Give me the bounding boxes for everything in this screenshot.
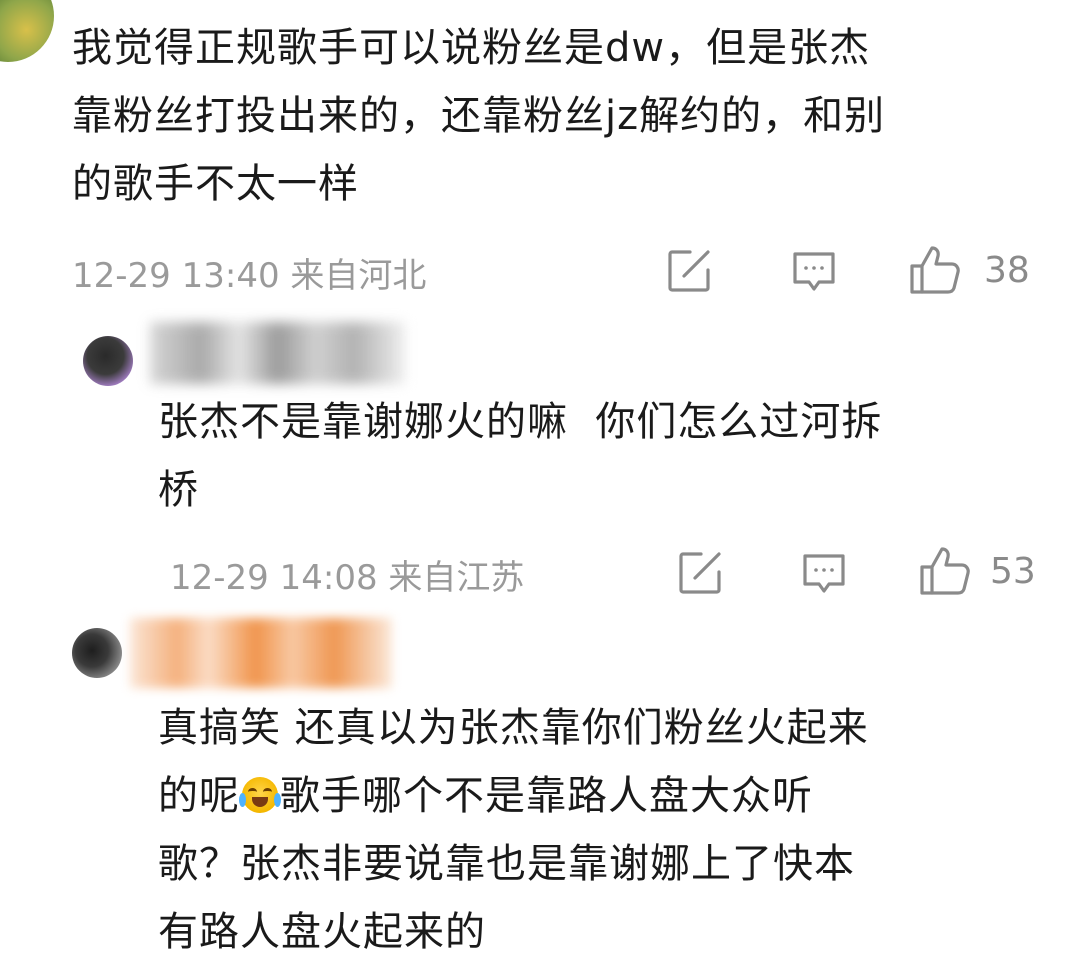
comment-meta: 12-29 13:40 来自河北 [72,256,427,296]
like-count: 53 [990,550,1036,592]
comment-bubble-icon [791,250,837,294]
comment-text: 我觉得正规歌手可以说粉丝是dw，但是张杰 靠粉丝打投出来的，还靠粉丝jz解约的，… [72,25,886,207]
edit-share-icon [677,550,723,596]
comment-button[interactable] [791,250,837,294]
comment-meta: 12-29 14:08 来自江苏 [170,558,525,598]
username-redacted [150,322,405,384]
thumbs-up-icon [918,545,972,597]
avatar[interactable] [83,336,133,386]
comment-text: 真搞笑 还真以为张杰靠你们粉丝火起来 的呢 歌手哪个不是靠路人盘大众听 歌？张杰非… [158,705,869,955]
avatar[interactable] [72,628,122,678]
edit-share-icon [666,248,712,294]
comment-button[interactable] [801,552,847,596]
like-count: 38 [984,249,1030,291]
username-redacted [130,618,392,688]
repost-button[interactable] [677,550,723,596]
like-button[interactable]: 53 [918,545,1036,597]
comment-bubble-icon [801,552,847,596]
crying-laughing-emoji [239,777,281,813]
like-button[interactable]: 38 [908,244,1030,296]
comment-text: 张杰不是靠谢娜火的嘛 你们怎么过河拆 桥 [158,399,883,513]
repost-button[interactable] [666,248,712,294]
avatar[interactable] [0,0,54,62]
thumbs-up-icon [908,244,962,296]
